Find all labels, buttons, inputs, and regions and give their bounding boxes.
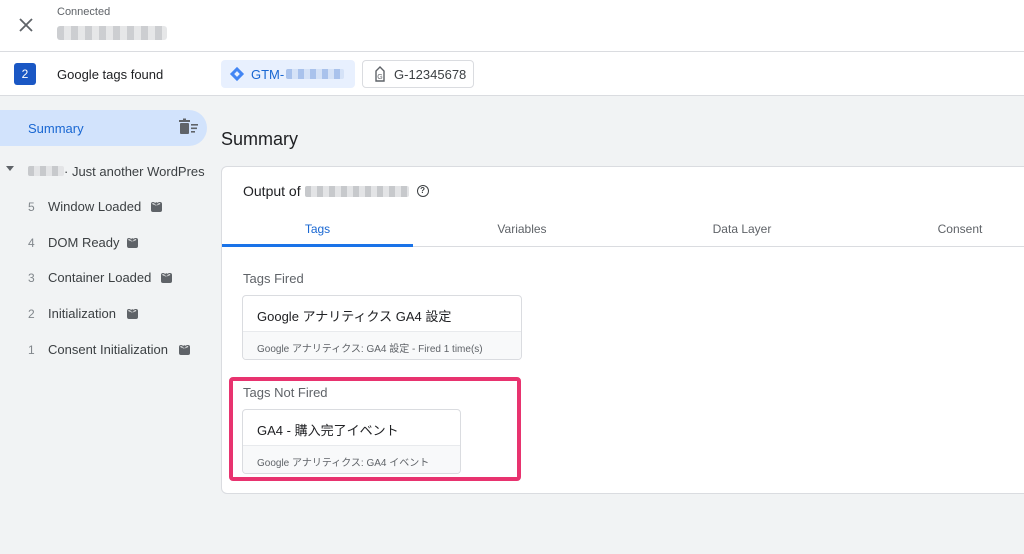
tag-subtitle-text: Google アナリティクス: GA4 設定 - Fired 1 time(s) — [257, 344, 483, 355]
output-tabs: Tags Variables Data Layer Consent — [222, 211, 1024, 247]
tag-count-badge: 2 — [14, 63, 36, 85]
close-button[interactable] — [14, 13, 38, 37]
sidebar-event-dom-ready[interactable]: 4 DOM Ready — [0, 232, 212, 254]
event-label: Consent Initialization — [48, 342, 168, 357]
redacted-domain — [304, 185, 409, 197]
close-icon — [19, 18, 33, 32]
tags-not-fired-heading: Tags Not Fired — [243, 385, 328, 400]
tag-name: GA4 - 購入完了イベント — [257, 423, 399, 438]
connection-status: Connected — [57, 6, 111, 18]
tab-tags[interactable]: Tags — [222, 222, 413, 236]
code-icon — [151, 200, 162, 212]
gtm-chip-label: GTM- — [251, 66, 285, 82]
svg-text:G: G — [377, 74, 382, 81]
tags-fired-heading: Tags Fired — [243, 271, 304, 286]
page-title: Summary — [221, 129, 299, 149]
gtm-diamond-icon — [229, 66, 245, 82]
help-icon[interactable]: ? — [416, 185, 429, 197]
ga-tag-chip[interactable]: G G-12345678 — [362, 60, 474, 88]
sidebar-event-consent-initialization[interactable]: 1 Consent Initialization — [0, 339, 212, 361]
tag-subtitle: Google アナリティクス: GA4 設定 - Fired 1 time(s) — [243, 331, 521, 359]
clear-messages-button[interactable] — [178, 118, 200, 138]
redacted-gtm-id — [286, 69, 345, 79]
active-tab-indicator — [222, 244, 413, 247]
event-number: 3 — [28, 271, 35, 285]
not-fired-tag-card[interactable]: GA4 - 購入完了イベント Google アナリティクス: GA4 イベント — [242, 409, 461, 474]
event-number: 2 — [28, 307, 35, 321]
tags-found-label: Google tags found — [57, 67, 164, 82]
fired-tag-card[interactable]: Google アナリティクス GA4 設定 Google アナリティクス: GA… — [242, 295, 522, 360]
sidebar-summary-label: Summary — [28, 121, 84, 136]
page-title-label: · Just another WordPres — [64, 164, 205, 179]
event-number: 5 — [28, 200, 35, 214]
code-icon — [127, 307, 138, 319]
code-icon — [161, 271, 172, 283]
collapse-caret-icon[interactable] — [6, 166, 14, 171]
tab-consent[interactable]: Consent — [862, 222, 1024, 236]
ga-tag-icon: G — [375, 66, 385, 82]
gtm-container-chip[interactable]: GTM- — [221, 60, 355, 88]
sidebar-item-summary[interactable]: Summary — [0, 110, 207, 146]
tags-found-bar: 2 Google tags found GTM- G G-12345678 — [0, 52, 1024, 96]
sidebar-event-initialization[interactable]: 2 Initialization — [0, 303, 212, 325]
output-label: Output of — [243, 183, 301, 199]
tab-data-layer[interactable]: Data Layer — [642, 222, 842, 236]
redacted-page-name — [28, 166, 64, 176]
delete-sweep-icon — [179, 118, 198, 134]
top-bar: Connected — [0, 0, 1024, 52]
sidebar-event-window-loaded[interactable]: 5 Window Loaded — [0, 196, 212, 218]
sidebar-page-item[interactable]: · Just another WordPres — [0, 158, 212, 182]
tab-variables[interactable]: Variables — [422, 222, 622, 236]
redacted-site-name — [57, 26, 167, 40]
event-label: Initialization — [48, 306, 116, 321]
code-icon — [127, 236, 138, 248]
event-label: DOM Ready — [48, 235, 120, 250]
summary-card: Output of ? Tags Variables Data Layer Co… — [221, 166, 1024, 494]
event-label: Container Loaded — [48, 270, 152, 285]
event-number: 1 — [28, 343, 35, 357]
tag-subtitle: Google アナリティクス: GA4 イベント — [243, 445, 460, 473]
ga-chip-label: G-12345678 — [394, 66, 467, 82]
tag-name: Google アナリティクス GA4 設定 — [257, 309, 452, 324]
code-icon — [179, 343, 190, 355]
event-label: Window Loaded — [48, 199, 142, 214]
tag-subtitle-text: Google アナリティクス: GA4 イベント — [257, 458, 430, 469]
output-header: Output of ? — [243, 183, 429, 199]
event-number: 4 — [28, 236, 35, 250]
event-sidebar: Summary · Just another WordPres 5 Window… — [0, 96, 212, 554]
sidebar-event-container-loaded[interactable]: 3 Container Loaded — [0, 267, 212, 289]
